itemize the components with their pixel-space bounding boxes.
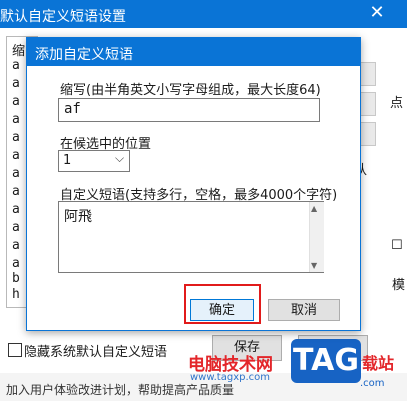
position-select-value: 1 [63, 153, 72, 168]
list-item[interactable]: a [12, 238, 20, 253]
hide-default-label: 隐藏系统默认自定义短语 [24, 345, 168, 360]
scroll-up-icon[interactable]: ▲ [311, 204, 317, 213]
hide-default-checkbox[interactable] [8, 343, 22, 357]
phrase-textarea-value: 阿飛 [64, 209, 92, 225]
list-item[interactable]: a [12, 184, 20, 199]
list-item[interactable]: a [12, 58, 20, 73]
list-item[interactable]: a [12, 202, 20, 217]
watermark-url: www.tagxp.com [190, 372, 270, 383]
phrase-list-header: 缩 [12, 44, 26, 59]
outer-side-label: 点 [390, 96, 404, 111]
outer-side-label: 模 [392, 278, 406, 293]
list-item[interactable]: b [12, 271, 20, 286]
abbreviation-label: 缩写(由半角英文小写字母组成，最大长度64) [60, 83, 321, 98]
list-item[interactable]: h [12, 287, 20, 302]
outer-close-icon[interactable]: ✕ [366, 2, 388, 24]
list-item[interactable]: a [12, 130, 20, 145]
confirm-button[interactable]: 确定 [190, 299, 254, 321]
scroll-down-icon[interactable]: ▼ [311, 261, 317, 270]
add-phrase-title: 添加自定义短语 [35, 47, 133, 63]
chevron-down-icon[interactable]: ⌵ [115, 151, 124, 166]
cancel-button[interactable]: 取消 [268, 299, 340, 321]
list-item[interactable]: a [12, 256, 20, 271]
experience-program-text: 加入用户体验改进计划，帮助提高产品质量 [6, 383, 235, 397]
watermark-logo-url: .com [360, 378, 385, 389]
list-item[interactable]: a [12, 148, 20, 163]
watermark-logo: TAG [291, 339, 361, 383]
watermark-logo-side: 载站 [362, 354, 395, 373]
list-item[interactable]: a [12, 166, 20, 181]
abbreviation-input[interactable]: af [58, 98, 320, 122]
list-item[interactable]: a [12, 220, 20, 235]
list-item[interactable]: a [12, 94, 20, 109]
outer-side-checkbox[interactable]: ☐ [391, 238, 403, 253]
phrase-textarea[interactable] [58, 201, 324, 273]
list-item[interactable]: a [12, 76, 20, 91]
list-item[interactable]: a [12, 112, 20, 127]
outer-dialog-title: 默认自定义短语设置 [0, 9, 126, 25]
